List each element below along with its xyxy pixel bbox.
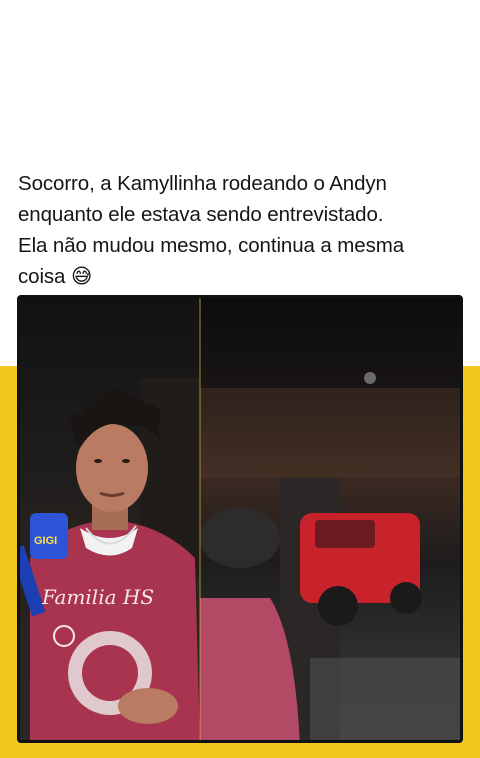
caption-line: Ela não mudou mesmo, continua a mesma [18, 234, 405, 257]
street-scene-illustration [200, 372, 460, 740]
video-left-pane: GIGI Familia HS [20, 298, 200, 740]
split-divider [199, 298, 201, 740]
video-frame[interactable]: GIGI Familia HS [17, 295, 463, 743]
mic-logo-text: GIGI [34, 535, 57, 547]
shirt-text: Familia HS [41, 585, 154, 609]
sweat-smile-emoji: 😅 [70, 264, 93, 288]
caption-line: enquanto ele estava sendo entrevistado. [18, 203, 384, 226]
caption-line: coisa 😅 [18, 261, 468, 292]
caption-line: Socorro, a Kamyllinha rodeando o Andyn [18, 172, 387, 195]
post-caption: Socorro, a Kamyllinha rodeando o Andyn e… [18, 168, 468, 292]
interviewee-illustration: GIGI Familia HS [20, 378, 200, 740]
video-right-pane [200, 298, 460, 740]
caption-line-text: coisa [18, 265, 66, 288]
